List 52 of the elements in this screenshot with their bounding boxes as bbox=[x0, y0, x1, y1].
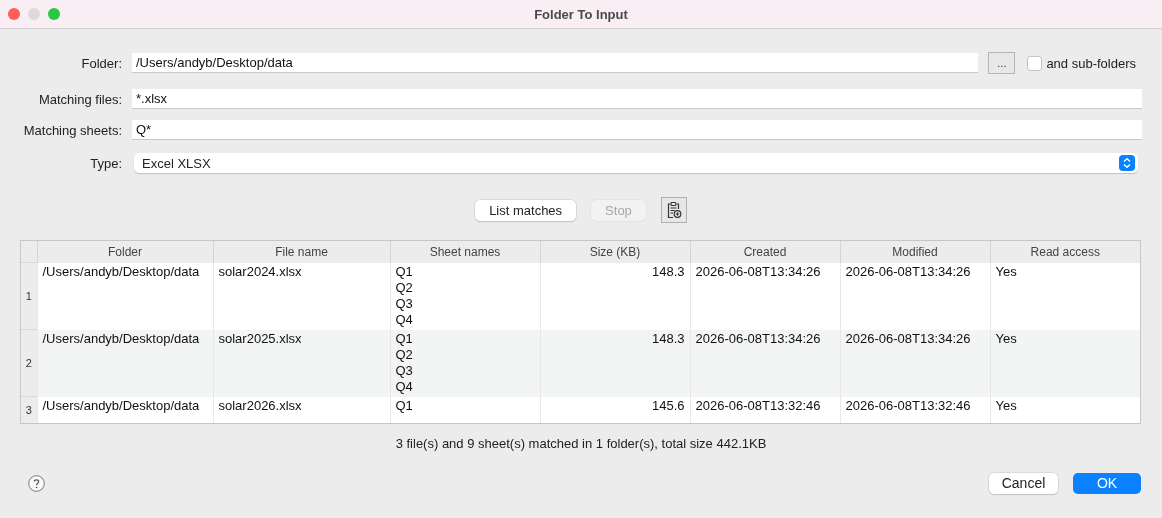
field-label: Matching sheets: bbox=[22, 122, 123, 138]
table-cell: /Users/andyb/Desktop/data bbox=[37, 262, 213, 330]
list-button[interactable]: List matches bbox=[475, 199, 577, 221]
column-header[interactable]: Sheet names bbox=[390, 241, 540, 263]
field-label: Folder: bbox=[80, 55, 123, 71]
table-cell: Yes bbox=[990, 262, 1140, 330]
checkbox[interactable] bbox=[1027, 55, 1043, 71]
table-cell: Q1 bbox=[390, 396, 540, 423]
table-cell: 2026-06-08T13:34:26 bbox=[840, 329, 990, 397]
field-label: Matching files: bbox=[37, 91, 123, 107]
browse-button[interactable]: ... bbox=[988, 52, 1016, 74]
table-cell: solar2024.xlsx bbox=[213, 262, 390, 330]
table-cell: Q1 Q2 Q3 Q4 bbox=[390, 262, 540, 330]
clipboard-button[interactable] bbox=[660, 197, 687, 223]
column-header[interactable]: Modified bbox=[840, 241, 990, 263]
window-control-button[interactable] bbox=[48, 8, 60, 20]
field-label: Type: bbox=[89, 155, 123, 171]
table-cell: /Users/andyb/Desktop/data bbox=[37, 396, 213, 423]
table-cell: Yes bbox=[990, 396, 1140, 423]
folder-field[interactable]: /Users/andyb/Desktop/data bbox=[132, 53, 979, 73]
files-field[interactable]: *.xlsx bbox=[132, 89, 1142, 109]
row-number: 2 bbox=[21, 329, 37, 397]
table-cell: solar2025.xlsx bbox=[213, 329, 390, 397]
table-cell: 145.6 bbox=[540, 396, 690, 423]
table-cell: 2026-06-08T13:32:46 bbox=[690, 396, 840, 423]
help-icon[interactable] bbox=[28, 474, 45, 492]
column-header[interactable]: Folder bbox=[37, 241, 213, 263]
table-cell: 2026-06-08T13:34:26 bbox=[840, 262, 990, 330]
table-cell: /Users/andyb/Desktop/data bbox=[37, 329, 213, 397]
table-cell: Q1 Q2 Q3 Q4 bbox=[390, 329, 540, 397]
table-cell: 148.3 bbox=[540, 262, 690, 330]
table-cell: solar2026.xlsx bbox=[213, 396, 390, 423]
table-cell: Yes bbox=[990, 329, 1140, 397]
up-down-arrows-icon bbox=[1119, 155, 1135, 171]
row-number: 3 bbox=[21, 396, 37, 423]
table-cell: 2026-06-08T13:32:46 bbox=[840, 396, 990, 423]
column-header[interactable]: Created bbox=[690, 241, 840, 263]
column-header[interactable]: Read access bbox=[990, 241, 1140, 263]
column-header[interactable]: Size (KB) bbox=[540, 241, 690, 263]
type-dropdown[interactable]: Excel XLSX bbox=[134, 153, 1138, 173]
table-cell: 148.3 bbox=[540, 329, 690, 397]
window-title: Folder To Input bbox=[534, 6, 628, 22]
row-number: 1 bbox=[21, 262, 37, 330]
checkbox-label: and sub-folders bbox=[1046, 55, 1137, 71]
sheets-field[interactable]: Q* bbox=[132, 120, 1142, 140]
window-control-button[interactable] bbox=[8, 8, 20, 20]
column-header[interactable]: File name bbox=[213, 241, 390, 263]
ok-button[interactable]: OK bbox=[1073, 472, 1141, 494]
summary-text: 3 file(s) and 9 sheet(s) matched in 1 folder(s), total size 442.1KB bbox=[395, 435, 767, 451]
table-cell: 2026-06-08T13:34:26 bbox=[690, 262, 840, 330]
cancel-button[interactable]: Cancel bbox=[989, 472, 1058, 494]
table-cell: 2026-06-08T13:34:26 bbox=[690, 329, 840, 397]
